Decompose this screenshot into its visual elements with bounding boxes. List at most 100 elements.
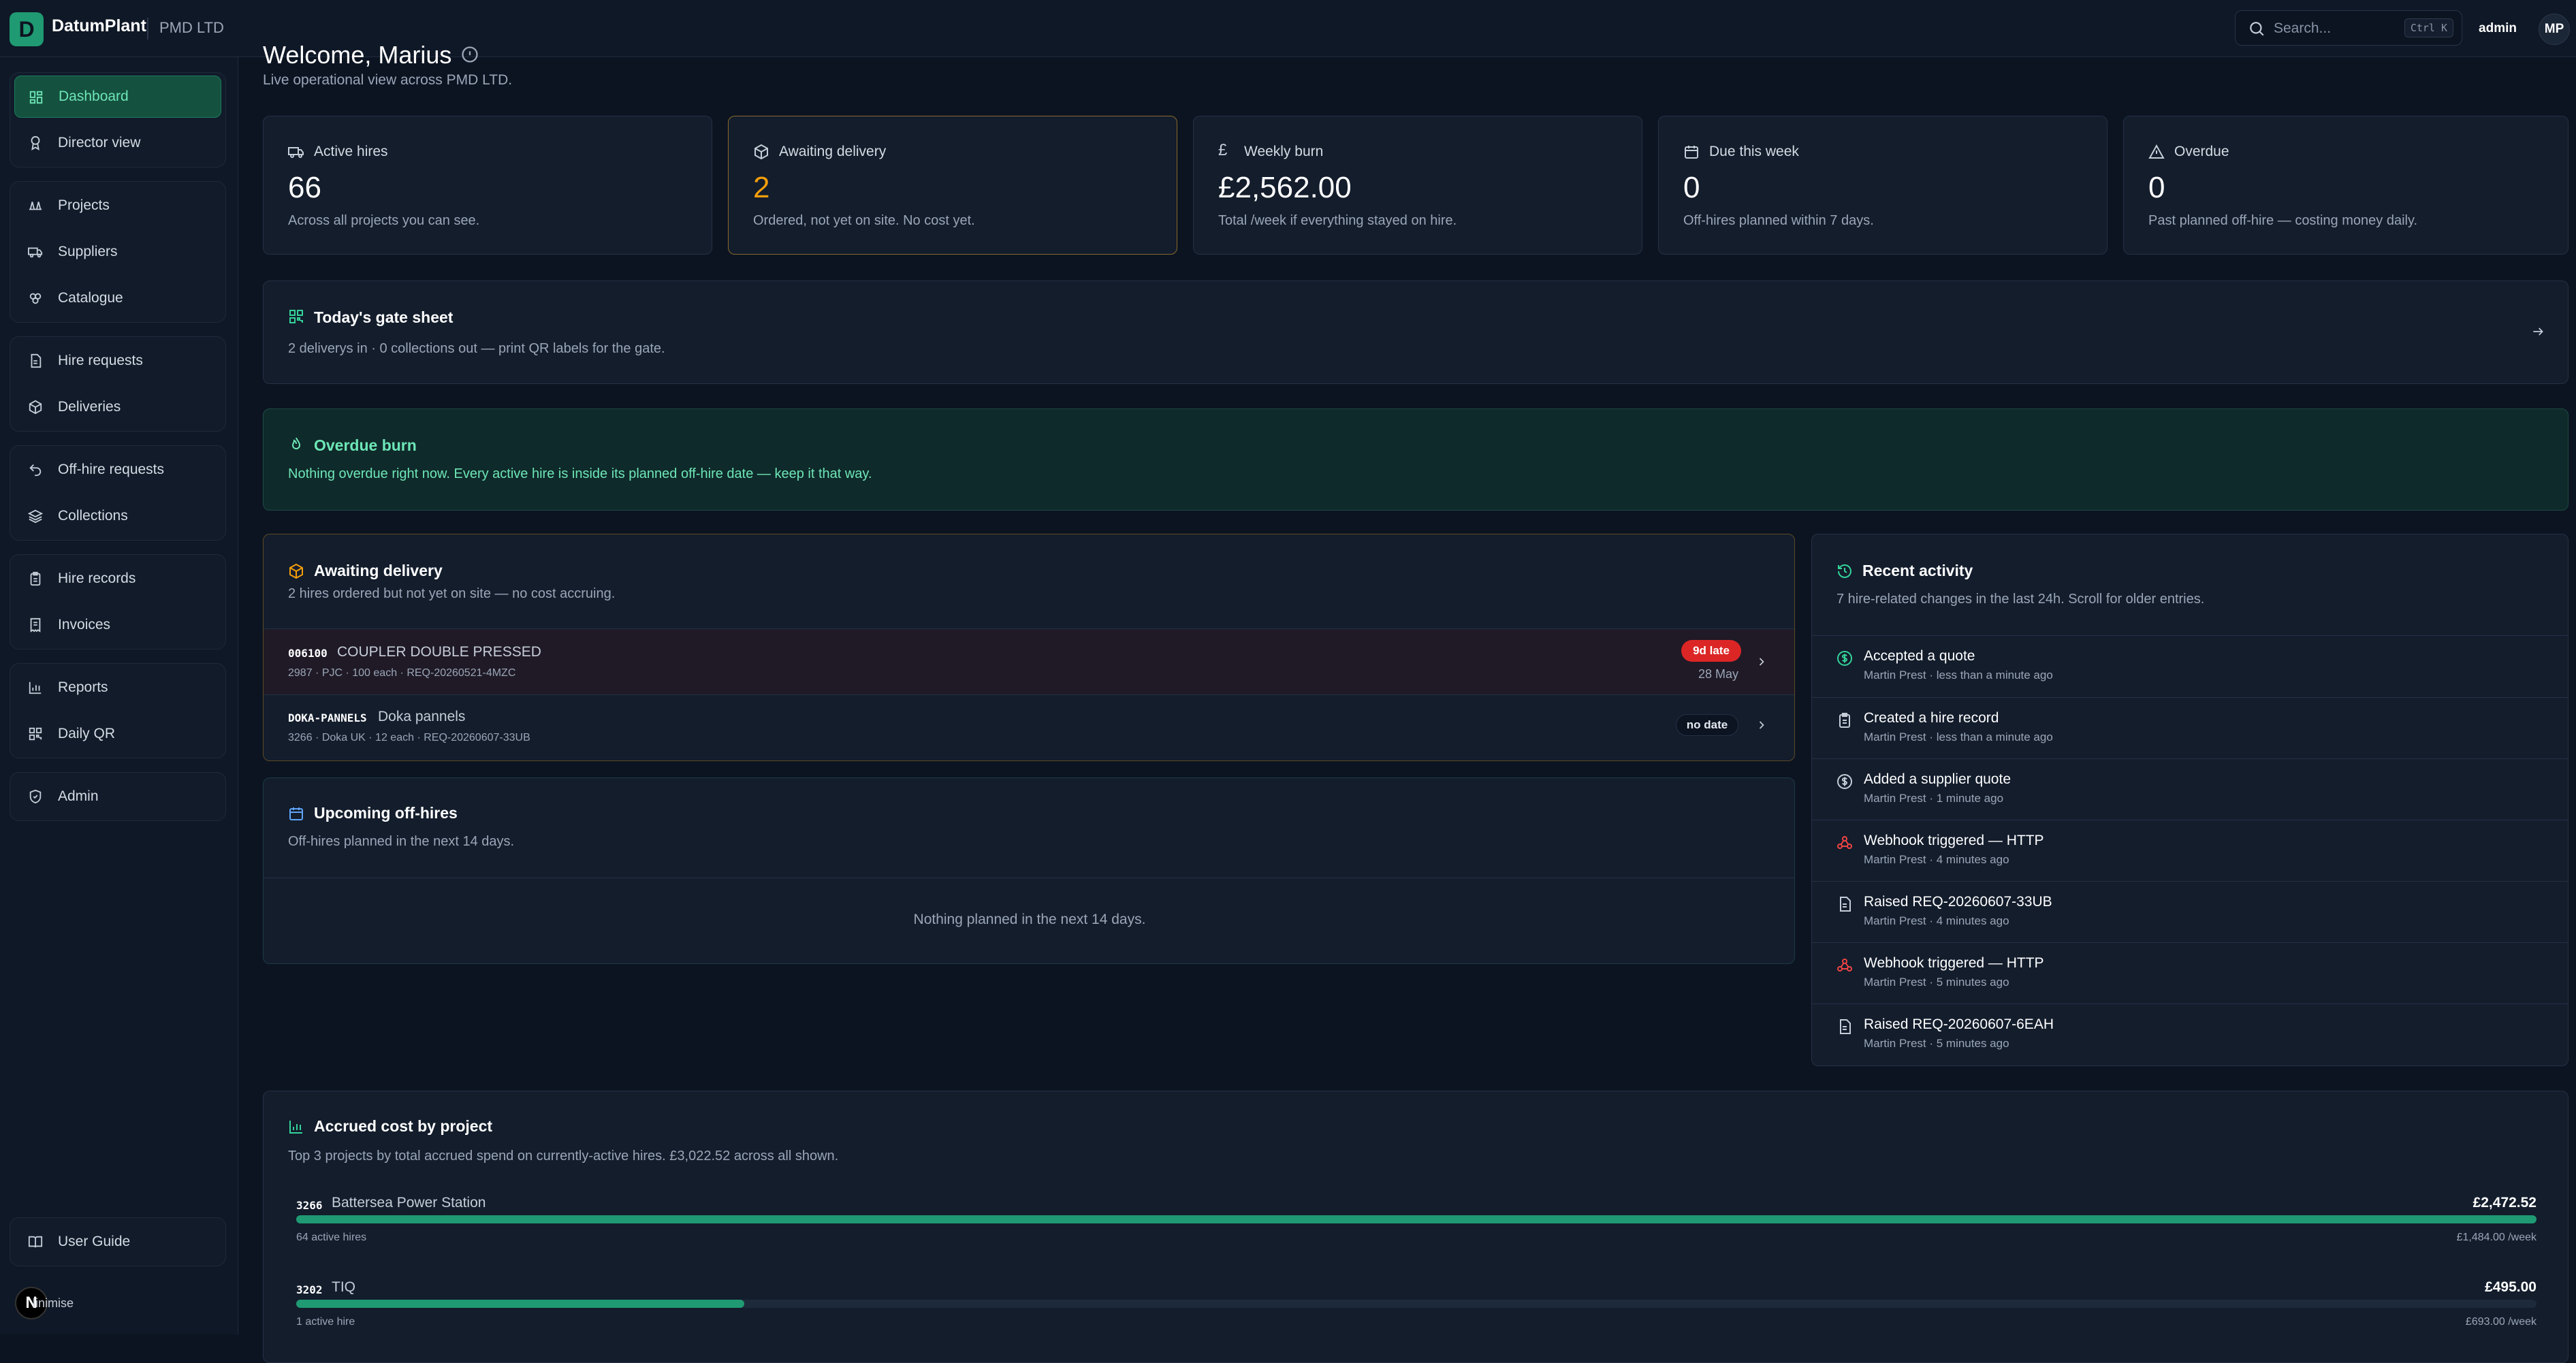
sidebar-item-dashboard[interactable]: Dashboard [14,76,221,118]
stat-card-active-hires[interactable]: Active hires 66 Across all projects you … [263,116,712,255]
sidebar-item-hire-requests[interactable]: Hire requests [14,340,221,382]
sidebar-item-off-hire-requests[interactable]: Off-hire requests [14,449,221,491]
sidebar-item-reports[interactable]: Reports [14,667,221,709]
activity-item[interactable]: Raised REQ-20260607-33UB Martin Prest · … [1812,882,2570,943]
activity-item[interactable]: Webhook triggered — HTTP Martin Prest · … [1812,943,2570,1004]
activity-item[interactable]: Created a hire record Martin Prest · les… [1812,698,2570,759]
sidebar-item-label: Hire records [58,571,136,586]
sidebar-item-admin[interactable]: Admin [14,775,221,818]
sidebar: Dashboard Director view Projects Supplie… [0,57,238,1334]
sidebar-item-invoices[interactable]: Invoices [14,604,221,646]
qr-icon [29,727,42,741]
activity-item-meta: Martin Prest · less than a minute ago [1864,731,2053,743]
stat-value: 0 [1683,171,1700,204]
sidebar-item-collections[interactable]: Collections [14,495,221,537]
activity-item[interactable]: Added a supplier quote Martin Prest · 1 … [1812,759,2570,820]
activity-item-title: Webhook triggered — HTTP [1864,955,2044,971]
layers-icon [29,293,42,304]
stat-label: Awaiting delivery [779,144,887,159]
list-item[interactable]: 006100 COUPLER DOUBLE PRESSED 2987 · PJC… [264,629,1794,694]
overdue-burn-card: Overdue burn Nothing overdue right now. … [263,408,2569,511]
item-code: 006100 [288,647,328,660]
activity-item-title: Accepted a quote [1864,648,1975,664]
project-code: 3202 [296,1283,323,1296]
sidebar-item-deliveries[interactable]: Deliveries [14,386,221,428]
sidebar-item-projects[interactable]: Projects [14,185,221,227]
sidebar-item-label: Deliveries [58,399,121,415]
sidebar-item-daily-qr[interactable]: Daily QR [14,713,221,755]
nav-group-admin: Admin [10,772,226,821]
user-role-button[interactable]: admin [2466,15,2529,42]
stat-card-due-this-week[interactable]: Due this week 0 Off-hires planned within… [1658,116,2108,255]
info-icon[interactable] [460,45,479,64]
sidebar-item-label: Director view [58,135,141,150]
document-icon [1840,897,1851,912]
webhook-icon [1837,836,1852,849]
nav-group-records: Hire records Invoices [10,554,226,650]
stat-value: 0 [2148,171,2165,204]
activity-item[interactable]: Accepted a quote Martin Prest · less tha… [1812,636,2570,697]
activity-item-meta: Martin Prest · 4 minutes ago [1864,914,2009,927]
project-name: TIQ [332,1279,355,1295]
empty-state: Nothing planned in the next 14 days. [913,912,1146,927]
app-logo[interactable]: D [10,12,44,46]
gate-sheet-card[interactable]: Today's gate sheet 2 deliverys in · 0 co… [263,280,2569,384]
search-placeholder[interactable]: Search... [2274,20,2331,37]
accrued-cost-panel: Accrued cost by project Top 3 projects b… [263,1091,2569,1363]
overdue-burn-description: Nothing overdue right now. Every active … [288,466,872,481]
activity-item-meta: Martin Prest · less than a minute ago [1864,669,2053,682]
arrow-right-icon[interactable] [2531,325,2545,338]
project-row[interactable]: 3202 TIQ £495.00 1 active hire £693.00 /… [296,1279,2537,1354]
gate-sheet-title: Today's gate sheet [314,308,454,326]
item-meta: 2987 · PJC · 100 each · REQ-20260521-4MZ… [288,667,516,679]
stat-card-awaiting-delivery[interactable]: Awaiting delivery 2 Ordered, not yet on … [728,116,1177,255]
search-box[interactable]: Search... Ctrl K [2235,10,2462,46]
avatar[interactable]: MP [2539,14,2570,45]
stat-card-weekly-burn[interactable]: £ Weekly burn £2,562.00 Total /week if e… [1193,116,1642,255]
stat-description: Across all projects you can see. [288,213,480,228]
recent-activity-panel: Recent activity 7 hire-related changes i… [1811,534,2569,1066]
stat-description: Ordered, not yet on site. No cost yet. [753,213,975,228]
sidebar-item-director-view[interactable]: Director view [14,122,221,164]
stat-description: Past planned off-hire — costing money da… [2148,213,2418,228]
sidebar-item-label: Collections [58,508,128,524]
sidebar-item-suppliers[interactable]: Suppliers [14,231,221,273]
progress-track [296,1215,2537,1223]
package-icon [289,563,303,579]
awaiting-title: Awaiting delivery [314,562,443,579]
package-icon [29,400,42,415]
nav-group-main: Dashboard Director view [10,72,226,167]
awaiting-subtitle: 2 hires ordered but not yet on site — no… [288,586,616,601]
chevron-right-icon[interactable] [1755,655,1768,669]
header-divider [147,18,148,39]
warning-icon [2148,144,2165,159]
upcoming-title: Upcoming off-hires [314,804,458,822]
webhook-icon [1837,959,1852,972]
app-name[interactable]: DatumPlant [52,16,146,36]
sidebar-item-label: Catalogue [58,290,123,306]
nav-group-guide: User Guide [10,1217,226,1266]
accrued-title: Accrued cost by project [314,1117,493,1135]
receipt-icon [30,618,41,632]
sidebar-item-label: User Guide [58,1234,131,1249]
org-name: PMD LTD [159,19,224,36]
list-item[interactable]: DOKA-PANNELS Doka pannels 3266 · Doka UK… [264,695,1794,760]
awaiting-delivery-panel: Awaiting delivery 2 hires ordered but no… [263,534,1795,761]
item-meta: 3266 · Doka UK · 12 each · REQ-20260607-… [288,732,530,743]
sidebar-item-user-guide[interactable]: User Guide [14,1221,221,1263]
chevron-right-icon[interactable] [1755,718,1768,732]
minimise-button[interactable]: linimise [33,1296,74,1311]
project-hires: 64 active hires [296,1232,367,1243]
activity-item[interactable]: Webhook triggered — HTTP Martin Prest · … [1812,820,2570,882]
nav-group-offhire: Off-hire requests Collections [10,445,226,541]
qr-icon [289,310,303,323]
sidebar-item-catalogue[interactable]: Catalogue [14,277,221,319]
stat-description: Total /week if everything stayed on hire… [1218,213,1457,228]
sidebar-item-hire-records[interactable]: Hire records [14,558,221,600]
sidebar-item-label: Hire requests [58,353,143,368]
stat-card-overdue[interactable]: Overdue 0 Past planned off-hire — costin… [2123,116,2569,255]
activity-item[interactable]: Raised REQ-20260607-6EAH Martin Prest · … [1812,1004,2570,1065]
overdue-burn-title: Overdue burn [314,436,417,454]
project-row[interactable]: 3266 Battersea Power Station £2,472.52 6… [296,1195,2537,1270]
sidebar-item-label: Admin [58,788,99,804]
